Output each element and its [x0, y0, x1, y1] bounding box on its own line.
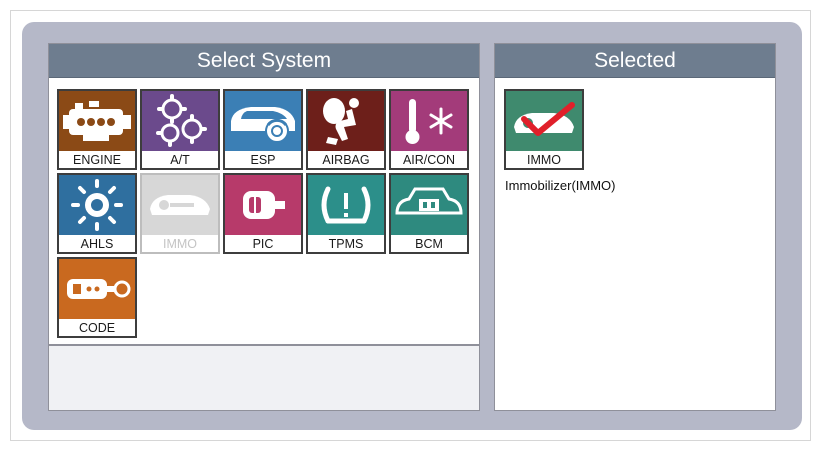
system-tile-ahls[interactable]: AHLS: [57, 173, 137, 254]
tire-pressure-icon: [308, 175, 384, 235]
tile-label: ENGINE: [59, 151, 135, 168]
tile-label: AHLS: [59, 235, 135, 252]
headlamp-icon: [59, 175, 135, 235]
tile-label: PIC: [225, 235, 301, 252]
thermometer-snowflake-icon: [391, 91, 467, 151]
selected-tile-immo[interactable]: IMMO: [504, 89, 584, 170]
system-tile-code[interactable]: CODE: [57, 257, 137, 338]
selected-header: Selected: [495, 44, 775, 78]
immobilizer-check-icon: [506, 91, 582, 151]
tile-label: CODE: [59, 319, 135, 336]
tile-label: BCM: [391, 235, 467, 252]
car-brake-icon: [225, 91, 301, 151]
smart-key-icon: [225, 175, 301, 235]
tile-label: A/T: [142, 151, 218, 168]
select-system-panel: Select System ENGINE A/T ESP AIRBAG AIR/…: [48, 43, 480, 411]
tile-label: TPMS: [308, 235, 384, 252]
system-tile-engine[interactable]: ENGINE: [57, 89, 137, 170]
system-tile-aircon[interactable]: AIR/CON: [389, 89, 469, 170]
body-control-icon: [391, 175, 467, 235]
tile-label: IMMO: [142, 235, 218, 252]
system-tile-airbag[interactable]: AIRBAG: [306, 89, 386, 170]
select-system-header: Select System: [49, 44, 479, 78]
select-system-footer: [49, 346, 479, 410]
system-tile-immo[interactable]: IMMO: [140, 173, 220, 254]
system-tile-tpms[interactable]: TPMS: [306, 173, 386, 254]
selected-panel: Selected IMMO Immobilizer(IMMO): [494, 43, 776, 411]
gears-icon: [142, 91, 218, 151]
tile-label: AIRBAG: [308, 151, 384, 168]
system-tile-at[interactable]: A/T: [140, 89, 220, 170]
tile-label: ESP: [225, 151, 301, 168]
tile-label: IMMO: [506, 151, 582, 168]
system-tile-bcm[interactable]: BCM: [389, 173, 469, 254]
system-tile-pic[interactable]: PIC: [223, 173, 303, 254]
system-tile-esp[interactable]: ESP: [223, 89, 303, 170]
airbag-icon: [308, 91, 384, 151]
engine-icon: [59, 91, 135, 151]
key-icon: [142, 175, 218, 235]
tile-label: AIR/CON: [391, 151, 467, 168]
remote-key-icon: [59, 259, 135, 319]
selected-system-caption: Immobilizer(IMMO): [505, 178, 616, 193]
